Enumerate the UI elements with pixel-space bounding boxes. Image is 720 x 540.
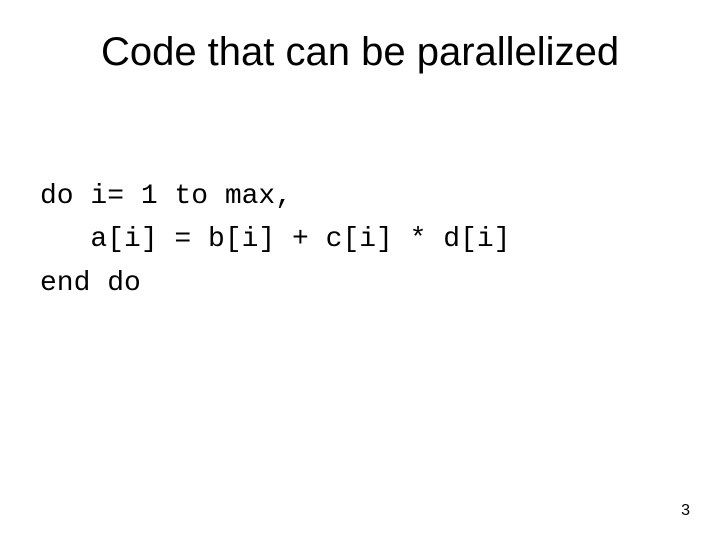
code-line-1: do i= 1 to max, — [40, 181, 292, 212]
slide-title: Code that can be parallelized — [0, 30, 720, 75]
page-number: 3 — [681, 502, 690, 520]
slide: Code that can be parallelized do i= 1 to… — [0, 0, 720, 540]
code-line-2: a[i] = b[i] + c[i] * d[i] — [40, 224, 510, 255]
code-block: do i= 1 to max, a[i] = b[i] + c[i] * d[i… — [40, 175, 510, 305]
code-line-3: end do — [40, 268, 141, 299]
